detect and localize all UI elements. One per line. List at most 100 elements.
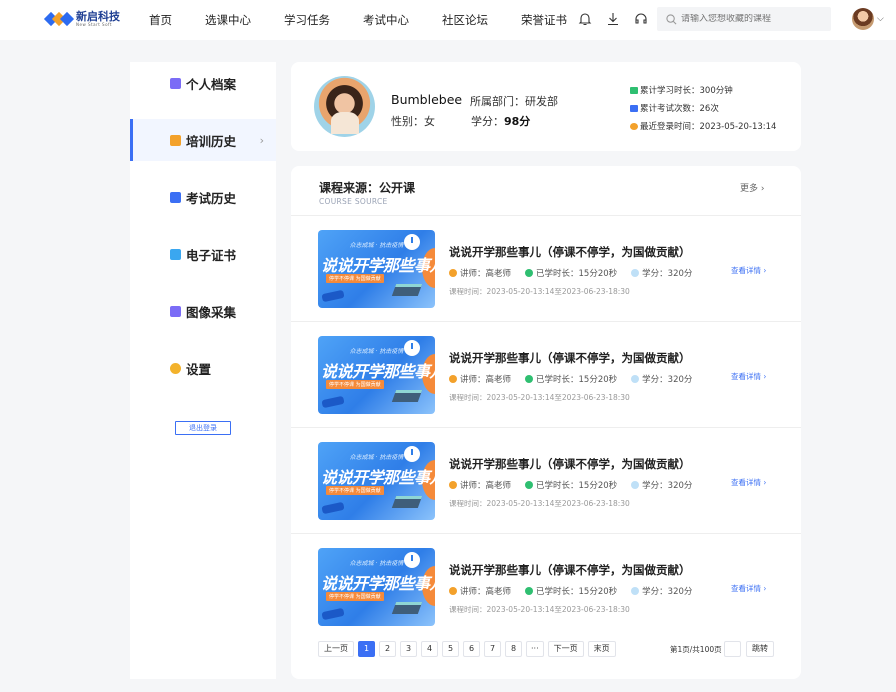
- last-page-button[interactable]: 末页: [587, 641, 616, 657]
- teacher-icon: [449, 481, 457, 489]
- course-teacher: 讲师：高老师: [460, 481, 512, 491]
- teacher-icon: [449, 587, 457, 595]
- nav-exam-center[interactable]: 考试中心: [363, 12, 409, 28]
- course-thumbnail[interactable]: 众志成城 · 抗击疫情 说说开学那些事儿 停学不停课 为国做贡献: [318, 548, 435, 626]
- user-credit: 学分：98分: [471, 113, 530, 129]
- course-time: 课程时间：2023-05-20-13:14至2023-06-23-18:30: [449, 287, 630, 296]
- course-thumbnail[interactable]: 众志成城 · 抗击疫情 说说开学那些事儿 停学不停课 为国做贡献: [318, 442, 435, 520]
- paper-plane-icon: [321, 501, 345, 515]
- sidebar-item-label: 个人档案: [186, 76, 237, 92]
- prev-page-button[interactable]: 上一页: [318, 641, 354, 657]
- page-button-7[interactable]: 7: [484, 641, 501, 657]
- thumb-pill: 停学不停课 为国做贡献: [326, 592, 384, 601]
- credit-icon: [631, 587, 640, 595]
- view-details-link[interactable]: 查看详情 ›: [731, 371, 766, 382]
- course-title[interactable]: 说说开学那些事儿（停课不停学，为国做贡献）: [449, 244, 691, 260]
- paper-plane-icon: [321, 607, 345, 621]
- page-jump-button[interactable]: 跳转: [746, 641, 774, 657]
- course-title[interactable]: 说说开学那些事儿（停课不停学，为国做贡献）: [449, 562, 691, 578]
- course-thumbnail[interactable]: 众志成城 · 抗击疫情 说说开学那些事儿 停学不停课 为国做贡献: [318, 336, 435, 414]
- chevron-down-icon[interactable]: ⌵: [877, 14, 884, 24]
- sidebar-item-image-capture[interactable]: 图像采集: [130, 290, 276, 332]
- page-button-5[interactable]: 5: [442, 641, 459, 657]
- credit-icon: [631, 481, 640, 489]
- sidebar-item-label: 培训历史: [186, 133, 237, 149]
- search-input[interactable]: [681, 14, 821, 24]
- sidebar: 个人档案 培训历史 › 考试历史 电子证书 图像采集 设置 退出登录: [130, 62, 276, 679]
- page-button-2[interactable]: 2: [379, 641, 396, 657]
- user-gender: 性别：女: [391, 115, 435, 128]
- next-page-button[interactable]: 下一页: [547, 641, 584, 657]
- page-jump-input[interactable]: [724, 641, 741, 657]
- logo-name-en: New Start Soft: [76, 22, 112, 27]
- course-title[interactable]: 说说开学那些事儿（停课不停学，为国做贡献）: [449, 456, 691, 472]
- headset-icon[interactable]: [633, 11, 649, 27]
- certificate-icon: [170, 248, 181, 260]
- view-details-link[interactable]: 查看详情 ›: [731, 583, 766, 594]
- sidebar-item-certificates[interactable]: 电子证书: [130, 233, 276, 275]
- page-button-4[interactable]: 4: [421, 641, 438, 657]
- sidebar-item-label: 考试历史: [186, 190, 237, 206]
- user-department: 所属部门：研发部: [470, 95, 558, 108]
- sidebar-item-profile[interactable]: 个人档案: [130, 62, 276, 104]
- course-teacher: 讲师：高老师: [460, 375, 512, 385]
- stat-text: 累计学习时长：300分钟: [640, 86, 733, 96]
- nav-course-center[interactable]: 选课中心: [205, 12, 251, 28]
- books-icon: [391, 496, 423, 508]
- page-button-6[interactable]: 6: [463, 641, 480, 657]
- bell-icon[interactable]: [577, 11, 593, 27]
- sidebar-item-exam-history[interactable]: 考试历史: [130, 176, 276, 218]
- paper-plane-icon: [321, 289, 345, 303]
- logo-name-cn: 新启科技: [76, 10, 120, 23]
- course-credit: 学分：320分: [642, 375, 693, 385]
- top-navigation-bar: 新启科技 New Start Soft 首页 选课中心 学习任务 考试中心 社区…: [0, 0, 896, 40]
- more-link[interactable]: 更多 ›: [740, 181, 764, 194]
- nav-forum[interactable]: 社区论坛: [442, 12, 488, 28]
- thumb-tagline: 众志成城 · 抗击疫情: [349, 560, 404, 567]
- logout-button[interactable]: 退出登录: [175, 421, 231, 435]
- course-title[interactable]: 说说开学那些事儿（停课不停学，为国做贡献）: [449, 350, 691, 366]
- stat-study-time: 累计学习时长：300分钟: [630, 84, 733, 96]
- profile-avatar: [314, 76, 375, 137]
- page-button-1[interactable]: 1: [358, 641, 375, 657]
- panel-subtitle: COURSE SOURCE: [319, 197, 388, 206]
- course-time: 课程时间：2023-05-20-13:14至2023-06-23-18:30: [449, 393, 630, 402]
- view-details-link[interactable]: 查看详情 ›: [731, 477, 766, 488]
- credit-icon: [631, 375, 640, 383]
- view-details-link[interactable]: 查看详情 ›: [731, 265, 766, 276]
- books-icon: [391, 390, 423, 402]
- thumb-tagline: 众志成城 · 抗击疫情: [349, 242, 404, 249]
- books-icon: [391, 284, 423, 296]
- page-ellipsis[interactable]: ···: [526, 641, 544, 657]
- page-button-8[interactable]: 8: [505, 641, 522, 657]
- sidebar-item-training-history[interactable]: 培训历史 ›: [130, 119, 276, 161]
- nav-home[interactable]: 首页: [149, 12, 172, 28]
- thumb-pill: 停学不停课 为国做贡献: [326, 274, 384, 283]
- thumb-title: 说说开学那些事儿: [321, 362, 435, 381]
- brand-logo[interactable]: 新启科技 New Start Soft: [43, 10, 120, 27]
- page-info: 第1页/共100页: [670, 645, 722, 654]
- credit-label: 学分：: [471, 115, 504, 128]
- thumb-tagline: 众志成城 · 抗击疫情: [349, 454, 404, 461]
- user-avatar[interactable]: [852, 8, 874, 30]
- user-name: Bumblebee: [391, 92, 463, 107]
- nav-learning-tasks[interactable]: 学习任务: [284, 12, 330, 28]
- course-credit: 学分：320分: [642, 587, 693, 597]
- duration-icon: [525, 269, 534, 277]
- course-list-panel: 课程来源：公开课 COURSE SOURCE 更多 › 众志成城 · 抗击疫情 …: [291, 166, 801, 679]
- thumb-title: 说说开学那些事儿: [321, 256, 435, 275]
- search-box[interactable]: [657, 7, 831, 31]
- course-meta: 讲师：高老师 已学时长：15分20秒 学分：320分: [449, 267, 692, 279]
- thumb-title: 说说开学那些事儿: [321, 574, 435, 593]
- logo-mark-icon: [43, 11, 75, 27]
- download-icon[interactable]: [605, 11, 621, 27]
- nav-certificates[interactable]: 荣誉证书: [521, 12, 567, 28]
- page-button-3[interactable]: 3: [400, 641, 417, 657]
- course-duration: 已学时长：15分20秒: [536, 587, 618, 597]
- sidebar-item-settings[interactable]: 设置: [130, 347, 276, 389]
- course-teacher: 讲师：高老师: [460, 587, 512, 597]
- course-thumbnail[interactable]: 众志成城 · 抗击疫情 说说开学那些事儿 停学不停课 为国做贡献: [318, 230, 435, 308]
- clock-icon: [630, 122, 638, 130]
- course-duration: 已学时长：15分20秒: [536, 269, 618, 279]
- sidebar-item-label: 电子证书: [186, 247, 237, 263]
